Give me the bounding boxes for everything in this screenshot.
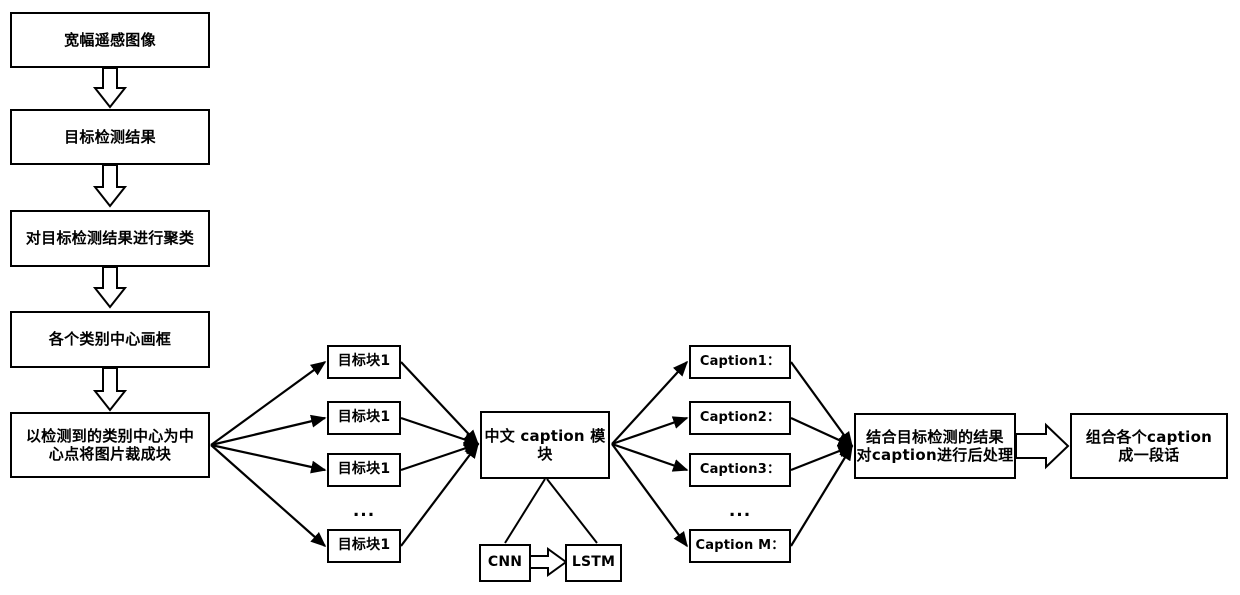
flowchart-edges	[92, 67, 1070, 577]
node-postprocess[interactable]: 结合目标检测的结果 对caption进行后处理	[854, 413, 1016, 479]
node-wide-image[interactable]: 宽幅遥感图像	[10, 12, 210, 68]
block-arrow-wide-image-to-detection	[92, 67, 128, 109]
node-target-block-1[interactable]: 目标块1	[327, 345, 401, 379]
node-combine[interactable]: 组合各个caption 成一段话	[1070, 413, 1228, 479]
node-clustering[interactable]: 对目标检测结果进行聚类	[10, 210, 210, 267]
node-caption-2-label: Caption2：	[699, 410, 781, 426]
node-crop-blocks[interactable]: 以检测到的类别中心为中 心点将图片裁成块	[10, 412, 210, 478]
block-arrow-clustering-to-drawbox	[92, 266, 128, 309]
node-postprocess-label: 结合目标检测的结果 对caption进行后处理	[856, 427, 1014, 464]
captions-ellipsis: ...	[689, 501, 791, 521]
node-target-block-n-label: 目标块1	[337, 537, 391, 554]
target-blocks-ellipsis: ...	[327, 501, 401, 521]
fan-captions-to-postprocess	[790, 361, 854, 547]
node-caption-m-label: Caption M：	[695, 538, 785, 554]
node-caption-1[interactable]: Caption1：	[689, 345, 791, 379]
node-clustering-label: 对目标检测结果进行聚类	[25, 229, 195, 248]
node-caption-3-label: Caption3：	[699, 462, 781, 478]
fan-target-blocks-to-caption-module	[400, 361, 480, 547]
node-combine-label: 组合各个caption 成一段话	[1085, 427, 1213, 464]
node-draw-box[interactable]: 各个类别中心画框	[10, 311, 210, 368]
node-target-block-3-label: 目标块1	[337, 461, 391, 478]
node-caption-module[interactable]: 中文 caption 模块	[480, 411, 610, 479]
node-caption-module-label: 中文 caption 模块	[484, 426, 606, 463]
node-target-block-3[interactable]: 目标块1	[327, 453, 401, 487]
block-arrow-detection-to-clustering	[92, 164, 128, 208]
node-caption-m[interactable]: Caption M：	[689, 529, 791, 563]
node-target-block-2[interactable]: 目标块1	[327, 401, 401, 435]
node-caption-2[interactable]: Caption2：	[689, 401, 791, 435]
node-target-block-n[interactable]: 目标块1	[327, 529, 401, 563]
node-wide-image-label: 宽幅遥感图像	[64, 30, 156, 49]
node-draw-box-label: 各个类别中心画框	[48, 330, 172, 349]
block-arrow-drawbox-to-crop	[92, 367, 128, 412]
block-arrow-postprocess-to-combine	[1015, 422, 1070, 470]
node-detection-result[interactable]: 目标检测结果	[10, 109, 210, 165]
node-crop-blocks-label: 以检测到的类别中心为中 心点将图片裁成块	[25, 426, 195, 463]
node-caption-1-label: Caption1：	[699, 354, 781, 370]
node-lstm[interactable]: LSTM	[565, 544, 622, 582]
node-detection-result-label: 目标检测结果	[64, 127, 156, 146]
connector-cnnlstm-to-caption-module	[504, 478, 598, 544]
fan-crop-to-target-blocks	[210, 361, 327, 548]
node-target-block-1-label: 目标块1	[337, 353, 391, 370]
block-arrow-cnn-to-lstm	[529, 547, 568, 577]
target-blocks-ellipsis-label: ...	[352, 501, 376, 521]
flowchart-canvas: 宽幅遥感图像 目标检测结果 对目标检测结果进行聚类 各个类别中心画框 以检测到的…	[0, 0, 1240, 595]
node-target-block-2-label: 目标块1	[337, 409, 391, 426]
node-cnn[interactable]: CNN	[479, 544, 531, 582]
node-caption-3[interactable]: Caption3：	[689, 453, 791, 487]
node-lstm-label: LSTM	[571, 554, 616, 571]
fan-caption-module-to-captions	[611, 360, 689, 548]
node-cnn-label: CNN	[487, 554, 523, 571]
captions-ellipsis-label: ...	[728, 501, 752, 521]
